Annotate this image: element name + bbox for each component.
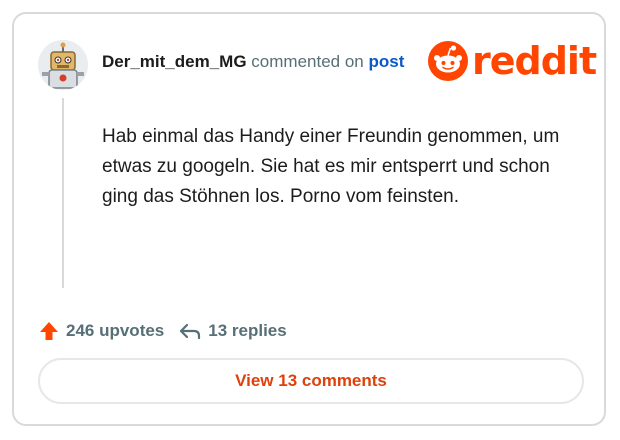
reddit-wordmark: reddit bbox=[472, 39, 597, 83]
thread-line[interactable] bbox=[62, 98, 64, 288]
comment-body: Hab einmal das Handy einer Freundin geno… bbox=[102, 126, 560, 207]
reddit-snoo-icon bbox=[428, 41, 468, 81]
username-link[interactable]: Der_mit_dem_MG bbox=[102, 52, 247, 71]
upvote-arrow-icon bbox=[40, 322, 58, 340]
robot-avatar-icon bbox=[38, 40, 88, 90]
comment-header: Der_mit_dem_MG commented on post bbox=[102, 52, 404, 72]
comment-card: Der_mit_dem_MG commented on post reddit … bbox=[12, 12, 606, 426]
comment-footer: 246 upvotes 13 replies bbox=[38, 320, 287, 342]
upvote-control[interactable]: 246 upvotes bbox=[38, 320, 164, 342]
avatar[interactable] bbox=[38, 40, 88, 90]
commented-on-text: commented on bbox=[251, 52, 364, 71]
replies-control[interactable]: 13 replies bbox=[178, 320, 287, 342]
view-comments-button[interactable]: View 13 comments bbox=[38, 358, 584, 404]
reply-arrow-icon bbox=[180, 323, 201, 340]
reddit-logo[interactable]: reddit bbox=[428, 39, 597, 83]
upvote-count: 246 upvotes bbox=[66, 321, 165, 340]
reply-count: 13 replies bbox=[208, 321, 287, 340]
post-link[interactable]: post bbox=[368, 52, 404, 71]
